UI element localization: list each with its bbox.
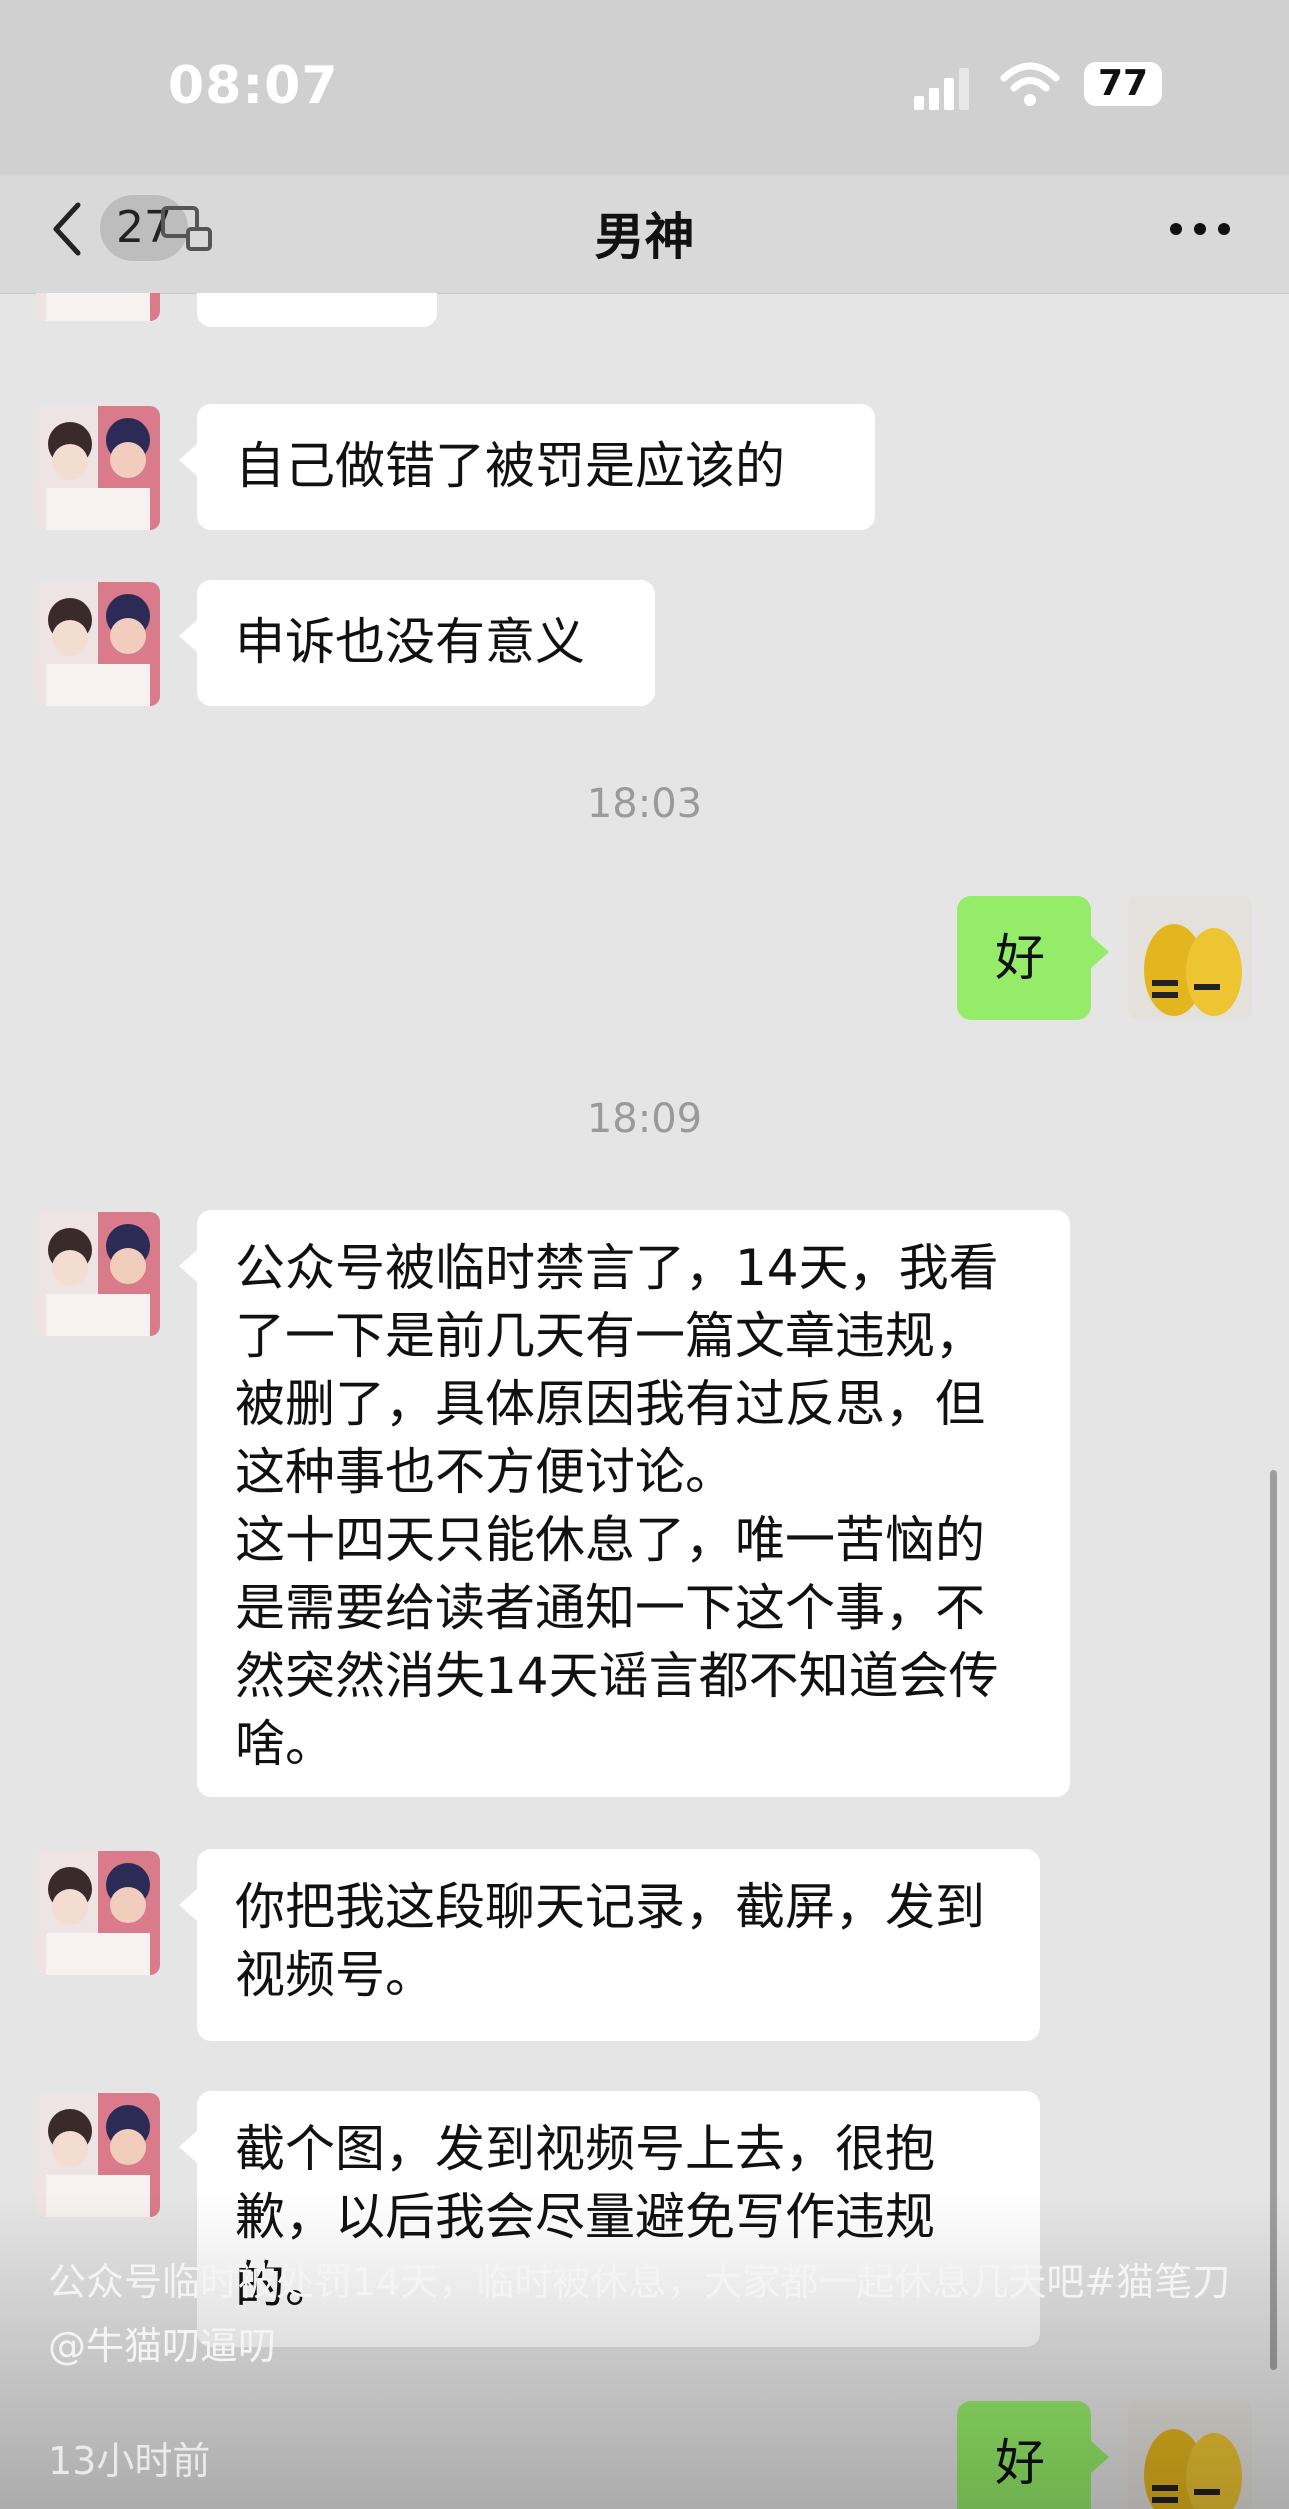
message-timestamp: 18:03 [586, 781, 703, 827]
contact-avatar[interactable] [36, 293, 160, 321]
video-caption[interactable]: 公众号临时被处罚14天，临时被休息，大家都一起休息几天吧#猫笔刀 @牛猫叨逼叨 [48, 2250, 1248, 2378]
message-bubble-incoming[interactable]: 自己做错了被罚是应该的 [179, 404, 875, 530]
chat-header: 27 男神 [0, 175, 1289, 294]
status-bar: 08:07 77 [0, 0, 1289, 175]
contact-avatar[interactable] [36, 1212, 160, 1336]
contact-avatar[interactable] [36, 406, 160, 530]
message-bubble-incoming[interactable]: 不用了 [197, 293, 437, 327]
chat-message-list[interactable]: 不用了 自己做错了被罚是应该的 申诉也没有意义 18:03 好 18:09 公众… [0, 293, 1289, 2509]
signal-icon [914, 66, 970, 110]
message-bubble-incoming[interactable]: 你把我这段聊天记录，截屏，发到视频号。 [179, 1849, 1040, 2041]
battery-icon: 77 [1084, 62, 1162, 106]
contact-avatar[interactable] [36, 582, 160, 706]
message-timestamp: 18:09 [586, 1096, 703, 1142]
post-time-ago: 13小时前 [48, 2439, 211, 2483]
message-bubble-incoming[interactable]: 申诉也没有意义 [179, 580, 655, 706]
chat-title: 男神 [594, 208, 695, 266]
message-bubble-outgoing[interactable]: 好 [957, 896, 1109, 1020]
more-icon[interactable] [1170, 219, 1234, 239]
message-bubble-incoming[interactable]: 公众号被临时禁言了，14天，我看了一下是前几天有一篇文章违规，被删了，具体原因我… [179, 1210, 1070, 1797]
contact-avatar[interactable] [36, 1851, 160, 1975]
my-avatar[interactable] [1128, 896, 1252, 1020]
wifi-icon [1000, 62, 1060, 106]
status-time: 08:07 [168, 56, 339, 116]
